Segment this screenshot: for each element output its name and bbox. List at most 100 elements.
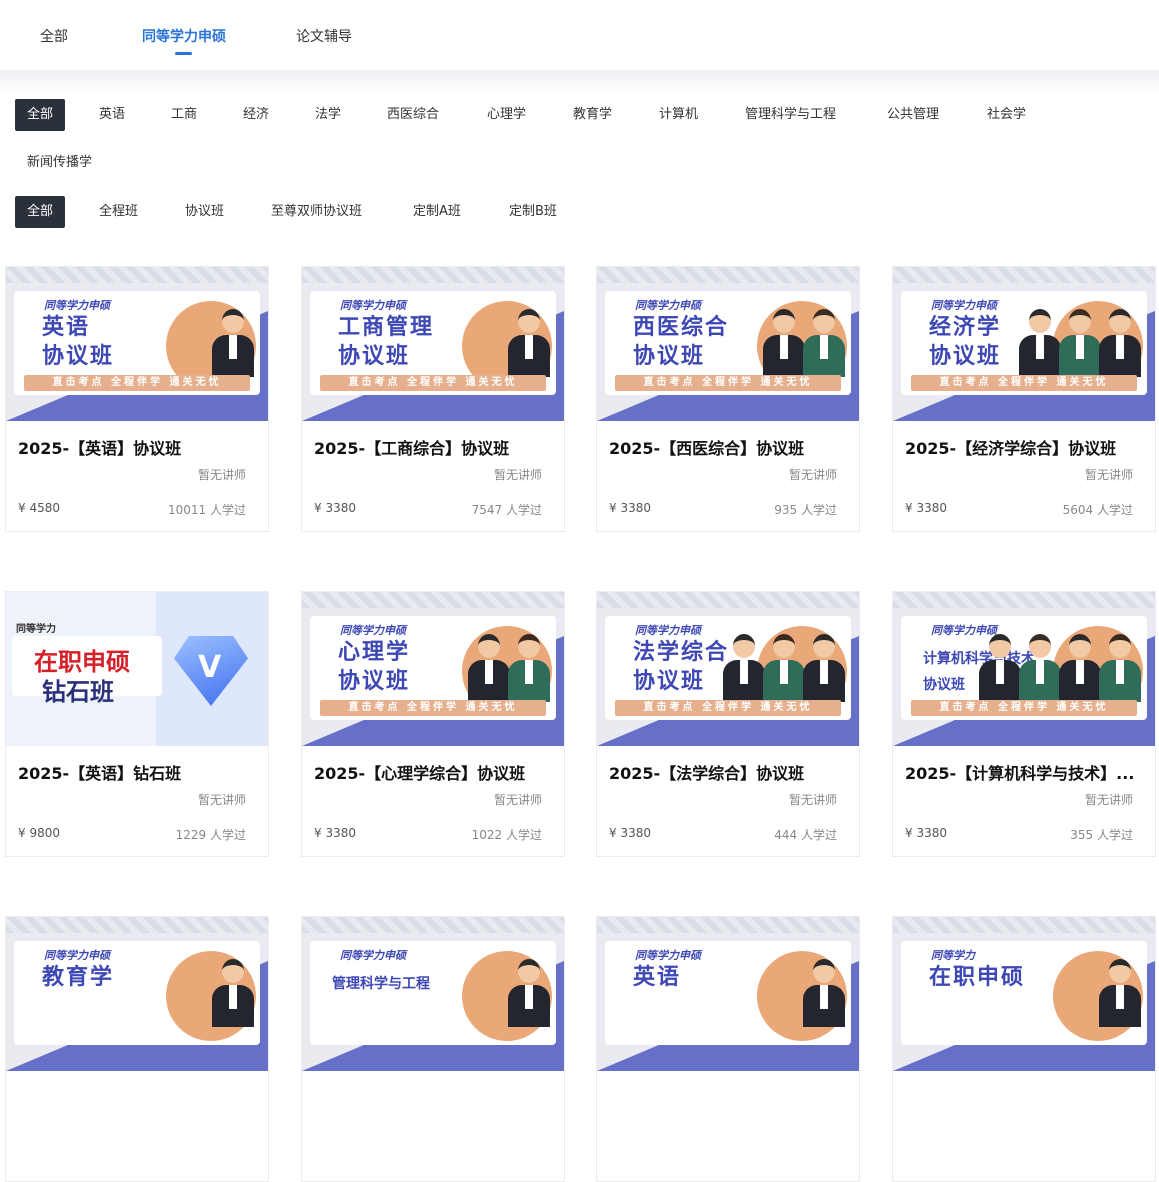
- course-card[interactable]: 同等学力 在职申硕: [892, 916, 1156, 1182]
- teacher-body: [468, 660, 510, 702]
- learner-count-unit: 人学过: [1096, 503, 1133, 517]
- course-card[interactable]: 同等学力在职申硕钻石班 2025-【英语】钻石班暂无讲师 ¥ 9800 1229 人学…: [5, 591, 269, 857]
- cover-slogan: 直击考点 全程伴学 通关无忧: [320, 700, 546, 716]
- teacher-photo: [1019, 309, 1061, 377]
- teacher-head: [1109, 309, 1131, 333]
- teacher-head: [222, 959, 244, 983]
- cover-stripe: [893, 917, 1155, 933]
- cover-stripe: [893, 592, 1155, 608]
- learner-count-unit: 人学过: [505, 503, 542, 517]
- course-card[interactable]: 同等学力申硕管理科学与工程: [301, 916, 565, 1182]
- course-card[interactable]: 同等学力申硕 经济学 协议班 直击考点 全程伴学 通关无忧 2025-【经济学综合】协…: [892, 266, 1156, 532]
- course-card[interactable]: 同等学力申硕 心理学 协议班 直击考点 全程伴学 通关无忧 2025-【心理学综合】协…: [301, 591, 565, 857]
- teacher-head: [813, 309, 835, 333]
- course-title[interactable]: 2025-【英语】协议班: [18, 435, 258, 459]
- cover-title: 管理科学与工程: [332, 976, 430, 992]
- teacher-head: [222, 309, 244, 333]
- subject-chip[interactable]: 新闻传播学: [15, 147, 104, 179]
- cover-title: 工商管理 协议班: [338, 315, 435, 369]
- subject-chip[interactable]: 计算机: [647, 99, 710, 131]
- teacher-head: [989, 634, 1011, 658]
- subject-chip[interactable]: 工商: [159, 99, 209, 131]
- tab-equivalent-degree[interactable]: 同等学力申硕: [142, 26, 226, 46]
- teacher-body: [1099, 985, 1141, 1027]
- learner-count-unit: 人学过: [800, 503, 837, 517]
- course-cover-image: 同等学力申硕 英语: [597, 917, 859, 1071]
- teacher-body: [763, 335, 805, 377]
- course-card[interactable]: 同等学力申硕 法学综合 协议班 直击考点 全程伴学 通关无忧 2025-【法学综合】协…: [596, 591, 860, 857]
- teacher-head: [478, 634, 500, 658]
- teacher-body: [763, 660, 805, 702]
- learner-count-value: 1229: [175, 828, 207, 842]
- course-title[interactable]: 2025-【工商综合】协议班: [314, 435, 554, 459]
- course-title[interactable]: 2025-【经济学综合】协议班: [905, 435, 1145, 459]
- subject-chip[interactable]: 公共管理: [875, 99, 951, 131]
- course-card[interactable]: 同等学力申硕 西医综合 协议班 直击考点 全程伴学 通关无忧 2025-【西医综合】协…: [596, 266, 860, 532]
- class-type-chip[interactable]: 定制A班: [401, 196, 473, 228]
- course-card[interactable]: 同等学力申硕 工商管理 协议班 直击考点 全程伴学 通关无忧 2025-【工商综合】协…: [301, 266, 565, 532]
- cover-slogan: 直击考点 全程伴学 通关无忧: [320, 375, 546, 391]
- course-title[interactable]: 2025-【心理学综合】协议班: [314, 760, 554, 784]
- course-price: ¥ 4580: [18, 501, 60, 515]
- teacher-head: [813, 959, 835, 983]
- diamond-icon: [174, 636, 248, 706]
- course-cover-image: 同等学力申硕 经济学 协议班 直击考点 全程伴学 通关无忧: [893, 267, 1155, 421]
- course-price: ¥ 3380: [609, 501, 651, 515]
- teacher-head: [1069, 634, 1091, 658]
- class-type-chip[interactable]: 全部: [15, 196, 66, 228]
- course-title[interactable]: 2025-【英语】钻石班: [18, 760, 258, 784]
- course-card[interactable]: 同等学力申硕 英语 协议班 直击考点 全程伴学 通关无忧 2025-【英语】协议班 暂无…: [5, 266, 269, 532]
- class-type-chip[interactable]: 至尊双师协议班: [259, 196, 374, 228]
- course-teacher: 暂无讲师: [1084, 468, 1133, 482]
- teacher-body: [508, 660, 550, 702]
- subject-chip[interactable]: 西医综合: [375, 99, 451, 131]
- course-card[interactable]: 同等学力申硕 英语: [596, 916, 860, 1182]
- cover-stripe: [6, 917, 268, 933]
- teacher-photo: [1059, 309, 1101, 377]
- cover-stripe: [893, 267, 1155, 283]
- subject-chip[interactable]: 经济: [231, 99, 281, 131]
- course-card[interactable]: 同等学力申硕 教育学: [5, 916, 269, 1182]
- teacher-photo: [212, 959, 254, 1027]
- subject-chip[interactable]: 社会学: [975, 99, 1038, 131]
- teacher-photo: [763, 309, 805, 377]
- cover-brand: 同等学力申硕: [931, 299, 997, 312]
- learner-count-value: 10011: [167, 503, 207, 517]
- course-title[interactable]: 2025-【法学综合】协议班: [609, 760, 849, 784]
- class-type-chip[interactable]: 协议班: [173, 196, 236, 228]
- subject-chip[interactable]: 英语: [87, 99, 137, 131]
- teacher-photo: [803, 634, 845, 702]
- class-type-chip[interactable]: 全程班: [87, 196, 150, 228]
- teacher-body: [212, 985, 254, 1027]
- teacher-body: [1059, 660, 1101, 702]
- teacher-head: [1069, 309, 1091, 333]
- subject-chip[interactable]: 管理科学与工程: [733, 99, 848, 131]
- learner-count: 5604 人学过: [1063, 501, 1133, 518]
- learner-count: 935 人学过: [774, 501, 837, 518]
- teacher-body: [1019, 335, 1061, 377]
- cover-title: 在职申硕: [929, 965, 1026, 990]
- cover-brand: 同等学力申硕: [340, 949, 406, 962]
- course-price: ¥ 3380: [905, 501, 947, 515]
- class-type-chip[interactable]: 定制B班: [497, 196, 569, 228]
- teacher-head: [773, 309, 795, 333]
- course-teacher: 暂无讲师: [1084, 793, 1133, 807]
- subject-chip[interactable]: 法学: [303, 99, 353, 131]
- tab-thesis-tutoring[interactable]: 论文辅导: [296, 26, 352, 46]
- course-price: ¥ 3380: [314, 826, 356, 840]
- subject-chip[interactable]: 心理学: [475, 99, 538, 131]
- subject-chip[interactable]: 全部: [15, 99, 66, 131]
- course-title[interactable]: 2025-【西医综合】协议班: [609, 435, 849, 459]
- learner-count-unit: 人学过: [800, 828, 837, 842]
- tab-all[interactable]: 全部: [40, 26, 68, 46]
- course-card[interactable]: 同等学力申硕 计算机科学与技术 协议班 直击考点 全程伴学 通关无忧 2025-【计算…: [892, 591, 1156, 857]
- teacher-body: [1099, 335, 1141, 377]
- teacher-photo: [1099, 634, 1141, 702]
- subject-chip[interactable]: 教育学: [561, 99, 624, 131]
- teacher-head: [773, 634, 795, 658]
- course-cover-image: 同等学力申硕 计算机科学与技术 协议班 直击考点 全程伴学 通关无忧: [893, 592, 1155, 746]
- cover-stripe: [597, 917, 859, 933]
- teacher-photo: [1099, 959, 1141, 1027]
- course-title[interactable]: 2025-【计算机科学与技术】...: [905, 760, 1145, 784]
- cover-title: 心理学 协议班: [338, 640, 411, 694]
